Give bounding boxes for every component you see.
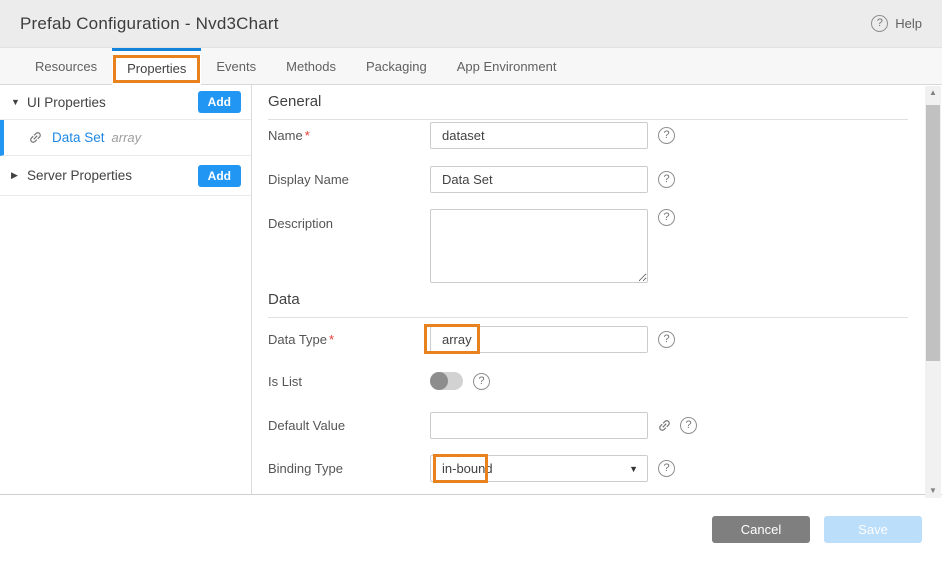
sidebar-section-label: UI Properties [27, 95, 106, 110]
scroll-up-icon[interactable]: ▲ [925, 86, 941, 100]
save-button[interactable]: Save [824, 516, 922, 543]
section-title-data: Data [268, 291, 908, 318]
cancel-button[interactable]: Cancel [712, 516, 810, 543]
binding-type-field-row: Binding Type in-bound ▼ ? [268, 455, 675, 482]
field-label: Display Name [268, 172, 430, 187]
default-value-field-row: Default Value ? [268, 412, 697, 439]
help-icon[interactable]: ? [658, 460, 675, 477]
help-icon[interactable]: ? [658, 209, 675, 226]
scroll-down-icon[interactable]: ▼ [925, 484, 941, 498]
sidebar-item-name: Data Set [52, 130, 105, 145]
help-circle-icon: ? [871, 15, 888, 32]
display-name-input[interactable] [430, 166, 648, 193]
help-icon[interactable]: ? [473, 373, 490, 390]
field-label: Description [268, 209, 430, 231]
content-divider [0, 494, 942, 495]
help-icon[interactable]: ? [658, 171, 675, 188]
bind-link-icon[interactable] [654, 415, 675, 436]
sidebar-item-type: array [112, 130, 142, 145]
help-icon[interactable]: ? [658, 331, 675, 348]
is-list-toggle[interactable] [430, 372, 463, 390]
name-field-row: Name* ? [268, 122, 675, 149]
page-title: Prefab Configuration - Nvd3Chart [20, 14, 279, 34]
tab-properties-label: Properties [127, 61, 186, 76]
help-icon[interactable]: ? [680, 417, 697, 434]
prefab-configuration-dialog: Prefab Configuration - Nvd3Chart ? Help … [0, 0, 942, 562]
data-type-field-row: Data Type* ? [268, 326, 675, 353]
data-type-input[interactable] [430, 326, 648, 353]
default-value-input[interactable] [430, 412, 648, 439]
dropdown-arrow-icon: ▼ [629, 464, 638, 474]
tab-app-environment[interactable]: App Environment [442, 48, 572, 84]
field-label: Data Type* [268, 332, 430, 347]
description-textarea[interactable] [430, 209, 648, 283]
is-list-field-row: Is List ? [268, 372, 490, 390]
chevron-right-icon: ▶ [11, 170, 27, 181]
property-form: General Name* ? Display Name ? Descripti… [253, 85, 924, 494]
binding-type-value: in-bound [442, 461, 493, 476]
tab-properties[interactable]: Properties [112, 48, 201, 85]
field-label: Name* [268, 128, 430, 143]
sidebar-section-server-properties[interactable]: ▶ Server Properties Add [0, 156, 251, 196]
sidebar-section-label: Server Properties [27, 168, 132, 183]
tab-bar: Resources Properties Events Methods Pack… [0, 48, 942, 85]
tab-events[interactable]: Events [201, 48, 271, 84]
required-asterisk: * [305, 128, 310, 143]
sidebar: ▼ UI Properties Add Data Set array ▶ Ser… [0, 85, 252, 494]
scrollbar-thumb[interactable] [926, 105, 940, 361]
field-label: Binding Type [268, 461, 430, 476]
sidebar-item-data-set[interactable]: Data Set array [0, 120, 251, 156]
sidebar-section-ui-properties[interactable]: ▼ UI Properties Add [0, 85, 251, 120]
tab-methods[interactable]: Methods [271, 48, 351, 84]
section-title-general: General [268, 93, 908, 120]
add-ui-property-button[interactable]: Add [198, 91, 241, 113]
required-asterisk: * [329, 332, 334, 347]
binding-type-select[interactable]: in-bound ▼ [430, 455, 648, 482]
field-label: Default Value [268, 418, 430, 433]
add-server-property-button[interactable]: Add [198, 165, 241, 187]
chevron-down-icon: ▼ [11, 97, 27, 107]
help-button[interactable]: ? Help [871, 15, 922, 32]
header: Prefab Configuration - Nvd3Chart ? Help [0, 0, 942, 48]
description-field-row: Description ? [268, 209, 675, 283]
help-label: Help [895, 16, 922, 31]
tab-resources[interactable]: Resources [20, 48, 112, 84]
display-name-field-row: Display Name ? [268, 166, 675, 193]
tab-packaging[interactable]: Packaging [351, 48, 442, 84]
vertical-scrollbar[interactable]: ▲ ▼ [925, 86, 941, 498]
help-icon[interactable]: ? [658, 127, 675, 144]
name-input[interactable] [430, 122, 648, 149]
toggle-knob-icon [430, 372, 448, 390]
field-label: Is List [268, 374, 430, 389]
link-icon [25, 127, 46, 148]
